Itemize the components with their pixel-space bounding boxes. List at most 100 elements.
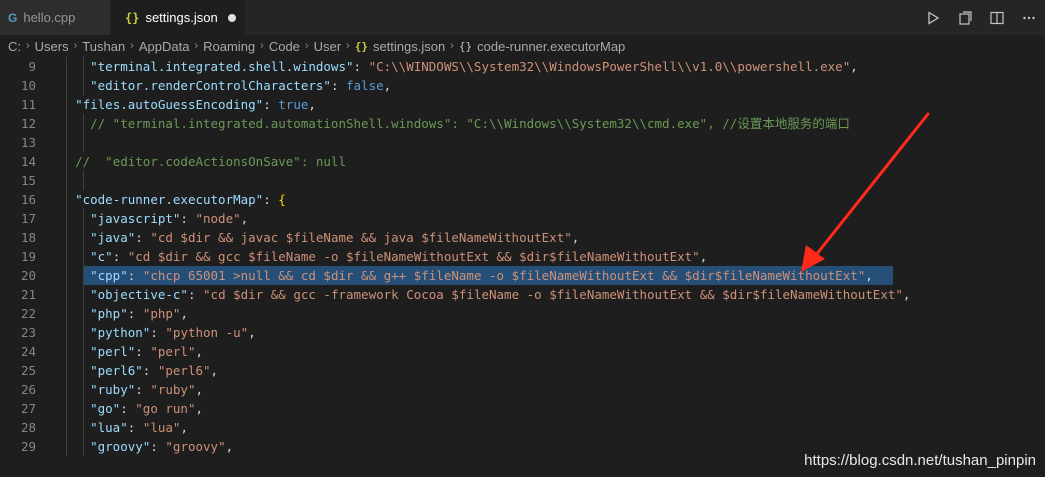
line-number: 24 bbox=[20, 344, 36, 359]
code-line[interactable]: 26 "ruby": "ruby", bbox=[0, 380, 1045, 399]
line-number: 17 bbox=[20, 211, 36, 226]
code-line[interactable]: 19 "c": "cd $dir && gcc $fileName -o $fi… bbox=[0, 247, 1045, 266]
chevron-right-icon: › bbox=[73, 40, 78, 52]
tab-label: hello.cpp bbox=[23, 10, 76, 25]
code-line[interactable]: 25 "perl6": "perl6", bbox=[0, 361, 1045, 380]
line-number: 11 bbox=[20, 97, 36, 112]
code-text[interactable]: "groovy": "groovy", bbox=[60, 437, 233, 456]
cpp-file-icon: G bbox=[8, 10, 18, 25]
code-text[interactable]: // "terminal.integrated.automationShell.… bbox=[60, 114, 850, 133]
json-file-icon: {} bbox=[125, 10, 140, 25]
chevron-right-icon: › bbox=[194, 40, 199, 52]
code-line[interactable]: 17 "javascript": "node", bbox=[0, 209, 1045, 228]
code-line[interactable]: 18 "java": "cd $dir && javac $fileName &… bbox=[0, 228, 1045, 247]
code-text[interactable]: "java": "cd $dir && javac $fileName && j… bbox=[60, 228, 579, 247]
code-line[interactable]: 15 bbox=[0, 171, 1045, 190]
code-line[interactable]: 11 "files.autoGuessEncoding": true, bbox=[0, 95, 1045, 114]
line-number: 27 bbox=[20, 401, 36, 416]
vscode-window: { "tabs": [ {"label": "hello.cpp", "icon… bbox=[0, 0, 1045, 477]
code-line[interactable]: 22 "php": "php", bbox=[0, 304, 1045, 323]
line-number: 29 bbox=[20, 439, 36, 454]
chevron-right-icon: › bbox=[26, 40, 30, 52]
split-editor-icon[interactable] bbox=[981, 0, 1013, 35]
unsaved-dot-icon[interactable] bbox=[227, 13, 236, 22]
code-text[interactable]: "python": "python -u", bbox=[60, 323, 256, 342]
code-text[interactable]: "c": "cd $dir && gcc $fileName -o $fileN… bbox=[60, 247, 707, 266]
line-number: 25 bbox=[20, 363, 36, 378]
code-line[interactable]: 12 // "terminal.integrated.automationShe… bbox=[0, 114, 1045, 133]
chevron-right-icon: › bbox=[346, 40, 350, 52]
json-file-icon: {} bbox=[354, 39, 368, 53]
breadcrumb-item[interactable]: C: bbox=[8, 39, 21, 54]
line-number: 10 bbox=[20, 78, 36, 93]
code-text[interactable]: "code-runner.executorMap": { bbox=[60, 190, 286, 209]
object-icon: {} bbox=[458, 39, 473, 53]
indent-guide bbox=[66, 171, 67, 190]
breadcrumb: C: › Users › Tushan › AppData › Roaming › Cod… bbox=[0, 35, 1045, 57]
indent-guide bbox=[83, 171, 84, 190]
line-number: 26 bbox=[20, 382, 36, 397]
watermark: https://blog.csdn.net/tushan_pinpin bbox=[804, 452, 1036, 469]
code-editor[interactable]: 9 "terminal.integrated.shell.windows": "… bbox=[0, 57, 1045, 477]
code-line[interactable]: 21 "objective-c": "cd $dir && gcc -frame… bbox=[0, 285, 1045, 304]
code-line[interactable]: 9 "terminal.integrated.shell.windows": "… bbox=[0, 57, 1045, 76]
line-number: 20 bbox=[20, 268, 36, 283]
code-line[interactable]: 13 bbox=[0, 133, 1045, 152]
breadcrumb-item[interactable]: AppData bbox=[139, 39, 190, 54]
code-text[interactable]: // "editor.codeActionsOnSave": null bbox=[60, 152, 346, 171]
code-text[interactable]: "php": "php", bbox=[60, 304, 188, 323]
code-text[interactable]: "files.autoGuessEncoding": true, bbox=[60, 95, 316, 114]
code-text[interactable]: "ruby": "ruby", bbox=[60, 380, 203, 399]
editor-actions bbox=[917, 0, 1045, 35]
code-text[interactable]: "go": "go run", bbox=[60, 399, 203, 418]
chevron-right-icon: › bbox=[130, 40, 134, 52]
line-number: 14 bbox=[20, 154, 36, 169]
more-actions-icon[interactable] bbox=[1013, 0, 1045, 35]
tab-label: settings.json bbox=[145, 10, 218, 25]
line-number: 28 bbox=[20, 420, 36, 435]
code-line[interactable]: 23 "python": "python -u", bbox=[0, 323, 1045, 342]
breadcrumb-item[interactable]: Code bbox=[269, 39, 300, 54]
tab-bar: G hello.cpp {} settings.json bbox=[0, 0, 1045, 35]
code-line[interactable]: 20 "cpp": "chcp 65001 >null && cd $dir &… bbox=[0, 266, 1045, 285]
breadcrumb-item[interactable]: settings.json bbox=[373, 39, 445, 54]
breadcrumb-item[interactable]: Roaming bbox=[203, 39, 255, 54]
code-text[interactable]: "perl6": "perl6", bbox=[60, 361, 218, 380]
code-text[interactable]: "cpp": "chcp 65001 >null && cd $dir && g… bbox=[60, 266, 873, 285]
line-number: 21 bbox=[20, 287, 36, 302]
breadcrumb-item[interactable]: Tushan bbox=[82, 39, 125, 54]
line-number: 12 bbox=[20, 116, 36, 131]
code-text[interactable]: "perl": "perl", bbox=[60, 342, 203, 361]
line-number: 9 bbox=[28, 59, 36, 74]
indent-guide bbox=[83, 133, 84, 152]
breadcrumb-item[interactable]: Users bbox=[35, 39, 69, 54]
open-preview-icon[interactable] bbox=[949, 0, 981, 35]
breadcrumb-item[interactable]: code-runner.executorMap bbox=[477, 39, 625, 54]
chevron-right-icon: › bbox=[450, 40, 454, 52]
tab-hello-cpp[interactable]: G hello.cpp bbox=[0, 0, 111, 35]
code-text[interactable]: "objective-c": "cd $dir && gcc -framewor… bbox=[60, 285, 910, 304]
code-text[interactable]: "terminal.integrated.shell.windows": "C:… bbox=[60, 57, 858, 76]
line-number: 23 bbox=[20, 325, 36, 340]
code-text[interactable]: "lua": "lua", bbox=[60, 418, 188, 437]
line-number: 16 bbox=[20, 192, 36, 207]
tab-settings-json[interactable]: {} settings.json bbox=[111, 0, 245, 35]
code-line[interactable]: 16 "code-runner.executorMap": { bbox=[0, 190, 1045, 209]
code-line[interactable]: 28 "lua": "lua", bbox=[0, 418, 1045, 437]
chevron-right-icon: › bbox=[260, 40, 264, 52]
code-text[interactable]: "editor.renderControlCharacters": false, bbox=[60, 76, 391, 95]
line-number: 18 bbox=[20, 230, 36, 245]
run-icon[interactable] bbox=[917, 0, 949, 35]
breadcrumb-item[interactable]: User bbox=[314, 39, 341, 54]
indent-guide bbox=[66, 133, 67, 152]
line-number: 15 bbox=[20, 173, 36, 188]
code-line[interactable]: 14 // "editor.codeActionsOnSave": null bbox=[0, 152, 1045, 171]
line-number: 13 bbox=[20, 135, 36, 150]
code-text[interactable]: "javascript": "node", bbox=[60, 209, 248, 228]
code-line[interactable]: 27 "go": "go run", bbox=[0, 399, 1045, 418]
line-number: 22 bbox=[20, 306, 36, 321]
line-number: 19 bbox=[20, 249, 36, 264]
chevron-right-icon: › bbox=[304, 40, 309, 52]
code-line[interactable]: 24 "perl": "perl", bbox=[0, 342, 1045, 361]
code-line[interactable]: 10 "editor.renderControlCharacters": fal… bbox=[0, 76, 1045, 95]
